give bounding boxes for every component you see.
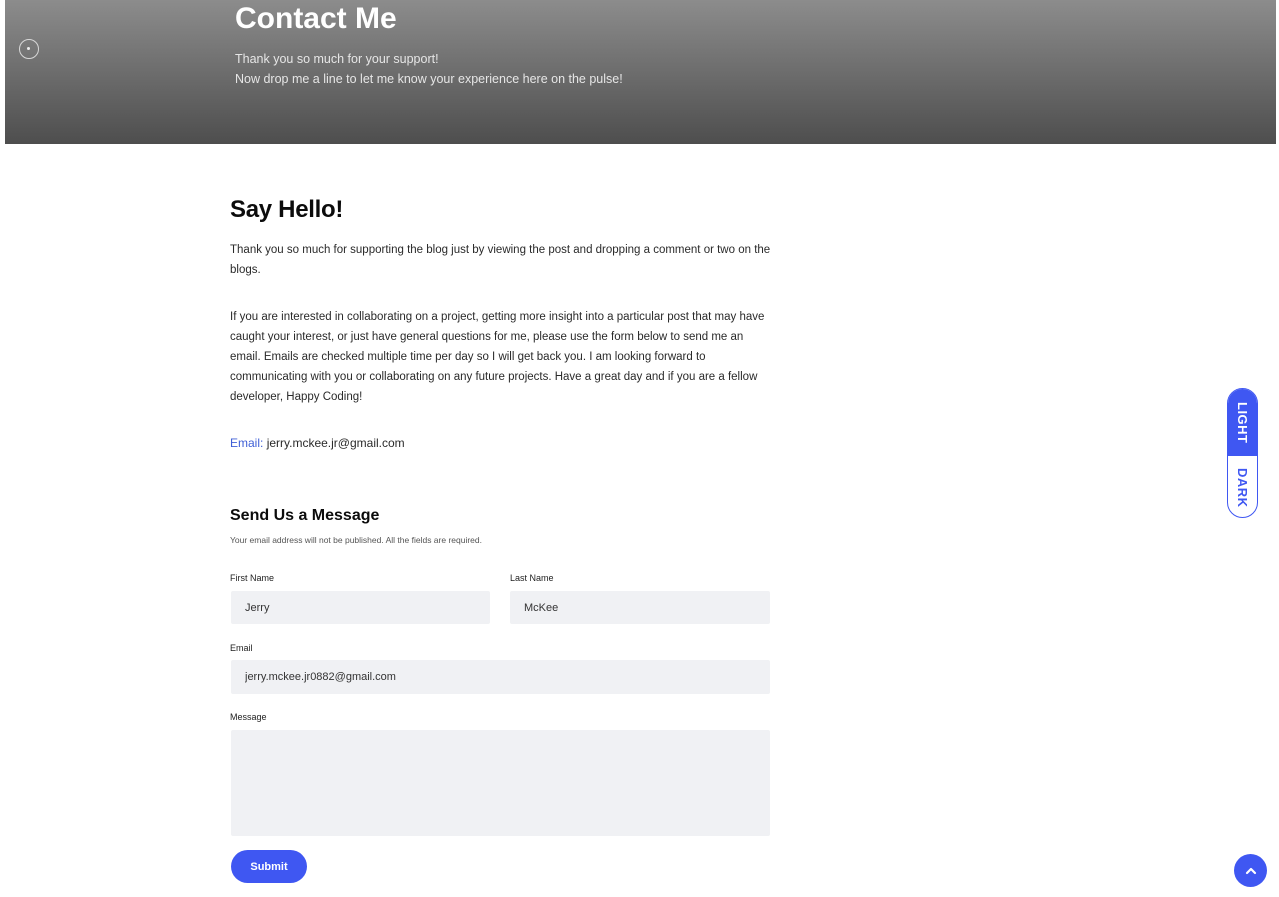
contact-email-label: Email: [230,436,264,450]
intro-paragraph-2: If you are interested in collaborating o… [230,311,765,403]
circle-dot-icon[interactable] [19,39,39,59]
contact-email: Email: jerry.mckee.jr@gmail.com [230,436,405,450]
page-title: Contact Me [235,2,397,35]
dark-theme-label: DARK [1235,467,1250,508]
form-heading: Send Us a Message [230,507,380,524]
light-theme-label: LIGHT [1235,401,1250,444]
light-theme-option[interactable]: LIGHT [1228,389,1257,456]
last-name-field[interactable] [510,591,770,624]
say-hello-heading: Say Hello! [230,196,344,223]
email-field[interactable] [231,660,770,694]
last-name-label: Last Name [510,573,554,583]
dark-theme-option[interactable]: DARK [1228,456,1257,517]
form-note: Your email address will not be published… [230,535,482,545]
chevron-up-icon [1245,867,1256,874]
theme-toggle[interactable]: LIGHT DARK [1227,388,1258,518]
email-label: Email [230,643,253,653]
first-name-label: First Name [230,573,275,583]
submit-button[interactable]: Submit [231,850,307,883]
message-label: Message [230,712,267,722]
hero-banner: Contact Me Thank you so much for your su… [5,0,1276,144]
intro-paragraph-1: Thank you so much for supporting the blo… [230,244,771,276]
contact-page: Contact Me Thank you so much for your su… [0,0,1279,897]
contact-email-value: jerry.mckee.jr@gmail.com [266,436,405,450]
hero-subtitle-line-2: Now drop me a line to let me know your e… [235,72,623,86]
back-to-top-button[interactable] [1234,854,1267,887]
first-name-field[interactable] [231,591,490,624]
message-field[interactable] [231,730,770,836]
hero-subtitle-line-1: Thank you so much for your support! [235,52,439,66]
